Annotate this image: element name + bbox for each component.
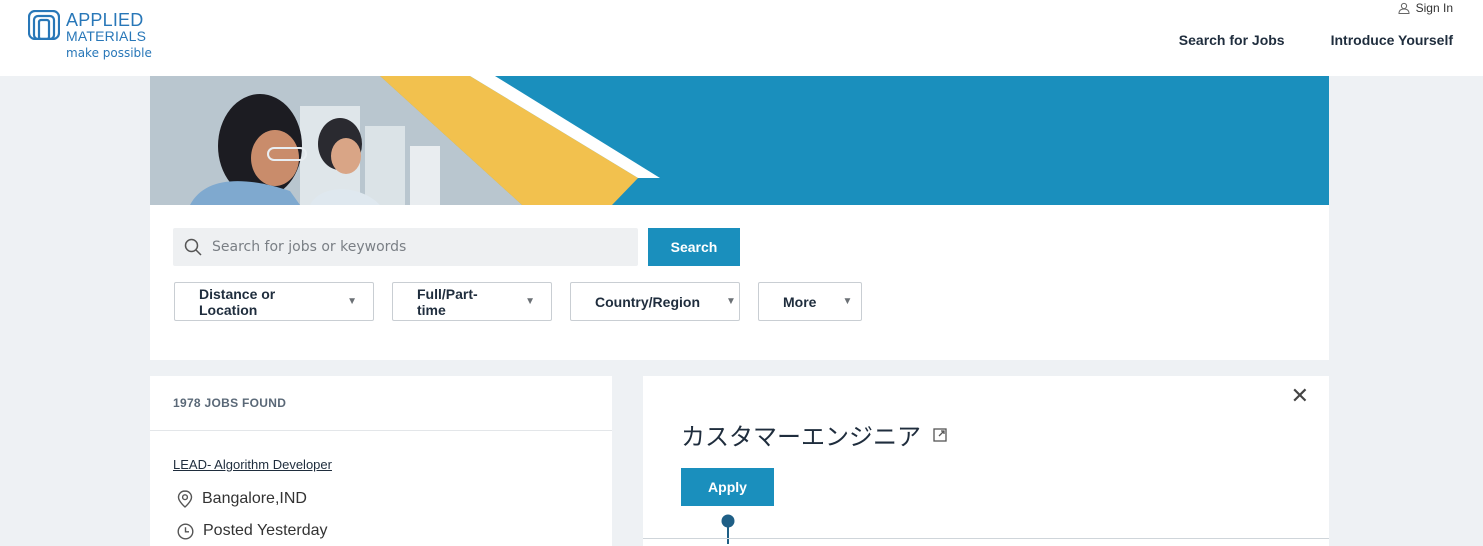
caret-down-icon: ▼: [842, 296, 853, 307]
hero-banner: [150, 76, 1329, 205]
company-logo[interactable]: APPLIED MATERIALS make possible: [28, 10, 178, 65]
filter-country-region[interactable]: Country/Region ▼: [570, 282, 740, 321]
logo-line2: MATERIALS: [66, 28, 147, 44]
caret-down-icon: ▼: [525, 296, 535, 307]
sign-in-label: Sign In: [1415, 1, 1453, 15]
hero-graphic: [150, 76, 660, 205]
close-icon[interactable]: ✕: [1291, 386, 1309, 408]
nav-introduce-yourself[interactable]: Introduce Yourself: [1331, 32, 1453, 48]
external-link-icon[interactable]: [933, 427, 947, 442]
job-posted-text: Posted Yesterday: [203, 522, 328, 539]
logo-line1: APPLIED: [66, 10, 144, 30]
user-icon: [1398, 2, 1410, 14]
location-pin-icon: [177, 490, 193, 508]
filter-label: Full/Part-time: [417, 285, 478, 318]
logo-wordmark: APPLIED MATERIALS: [66, 10, 147, 44]
job-location: Bangalore,IND: [177, 490, 307, 508]
filter-bar: Distance or Location ▼ Full/Part-time ▼ …: [174, 282, 862, 321]
jobs-found-count: 1978 JOBS FOUND: [173, 396, 287, 410]
filter-label: More: [783, 293, 817, 310]
logo-tagline: make possible: [66, 46, 152, 60]
caret-down-icon: ▼: [726, 296, 736, 307]
nav-search-jobs[interactable]: Search for Jobs: [1179, 32, 1285, 48]
results-panel: 1978 JOBS FOUND LEAD- Algorithm Develope…: [150, 376, 612, 546]
divider: [643, 538, 1329, 539]
logo-mark-icon: [28, 10, 60, 40]
job-title-link[interactable]: LEAD- Algorithm Developer: [173, 457, 332, 472]
job-location-text: Bangalore,IND: [202, 490, 307, 507]
search-icon: [184, 238, 202, 256]
pointer-pin-icon: [721, 514, 735, 544]
search-input[interactable]: [212, 239, 612, 255]
top-header: APPLIED MATERIALS make possible Sign In …: [0, 0, 1483, 76]
filter-distance-location[interactable]: Distance or Location ▼: [174, 282, 374, 321]
job-posted: Posted Yesterday: [177, 522, 328, 540]
main-nav: Search for Jobs Introduce Yourself: [1179, 32, 1453, 48]
search-button[interactable]: Search: [648, 228, 740, 266]
apply-button[interactable]: Apply: [681, 468, 774, 506]
filter-full-part-time[interactable]: Full/Part-time ▼: [392, 282, 552, 321]
sign-in-link[interactable]: Sign In: [1398, 1, 1453, 15]
filter-more[interactable]: More ▼: [758, 282, 862, 321]
job-detail-title-text: カスタマーエンジニア: [681, 423, 921, 451]
divider: [150, 430, 612, 431]
search-panel: Search Distance or Location ▼ Full/Part-…: [150, 205, 1329, 360]
filter-label: Distance or Location: [199, 285, 276, 318]
filter-label: Country/Region: [595, 293, 700, 310]
caret-down-icon: ▼: [347, 296, 357, 307]
search-box: [173, 228, 638, 266]
job-detail-title: カスタマーエンジニア: [681, 417, 947, 452]
job-detail-panel: ✕ カスタマーエンジニア Apply: [643, 376, 1329, 546]
clock-icon: [177, 522, 194, 540]
